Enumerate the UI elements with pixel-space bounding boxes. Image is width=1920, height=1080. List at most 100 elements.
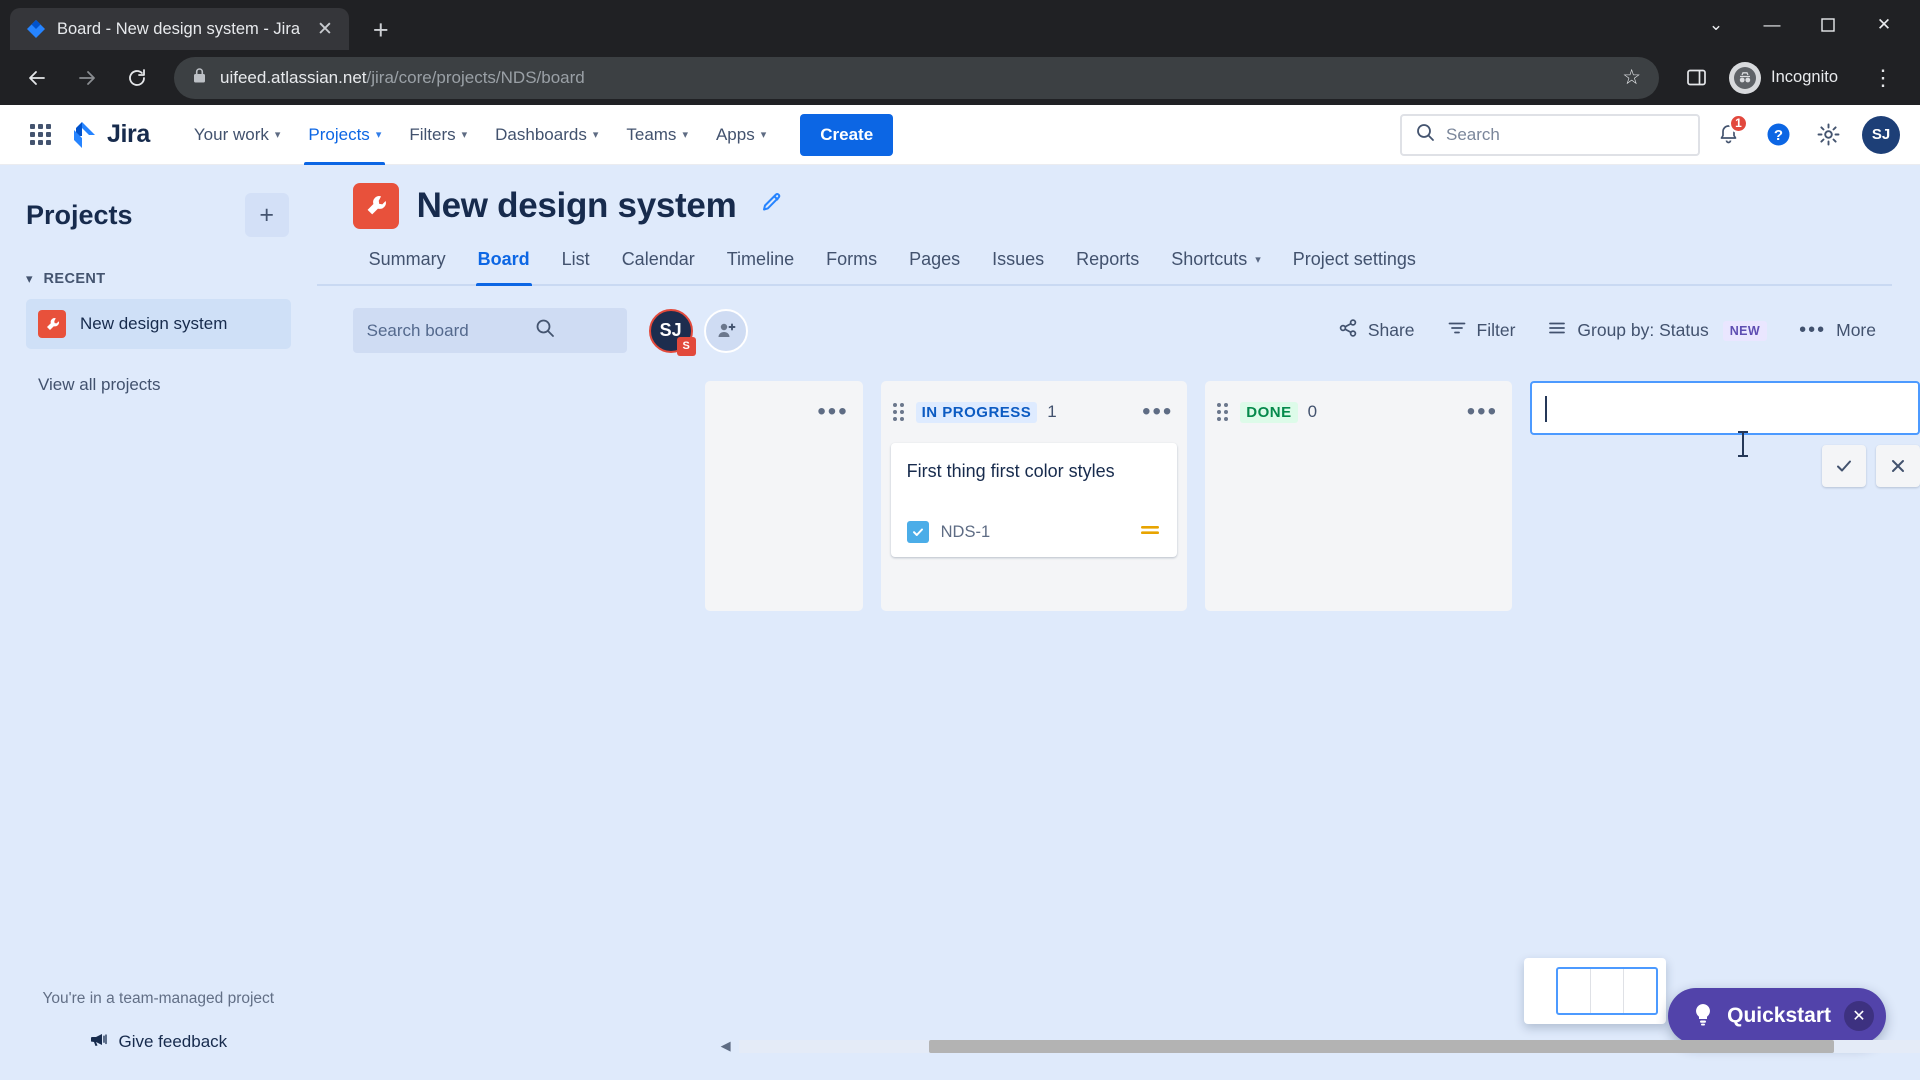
horizontal-scrollbar[interactable]: ◀ bbox=[713, 1038, 1920, 1054]
sidebar-section-recent[interactable]: ▾ RECENT bbox=[0, 271, 317, 287]
board-toolbar-actions: Share Filter Group by: Status NEW ••• Mo… bbox=[1324, 308, 1890, 353]
column-count: 0 bbox=[1307, 402, 1318, 421]
scrollbar-track[interactable] bbox=[738, 1039, 1920, 1053]
help-button[interactable]: ? bbox=[1756, 113, 1800, 157]
user-avatar[interactable]: SJ bbox=[1862, 115, 1900, 154]
view-all-projects-link[interactable]: View all projects bbox=[0, 375, 317, 395]
priority-medium-icon bbox=[1139, 522, 1161, 543]
create-button[interactable]: Create bbox=[800, 113, 894, 156]
board-column-empty[interactable]: ••• bbox=[704, 381, 863, 611]
column-menu-icon[interactable]: ••• bbox=[1142, 399, 1173, 424]
search-icon bbox=[1416, 123, 1435, 147]
tab-forms[interactable]: Forms bbox=[810, 243, 893, 284]
jira-logo-icon bbox=[74, 121, 95, 148]
browser-menu-icon[interactable]: ⋮ bbox=[1862, 57, 1904, 99]
browser-toolbar: uifeed.atlassian.net/jira/core/projects/… bbox=[0, 50, 1920, 105]
tab-calendar[interactable]: Calendar bbox=[606, 243, 711, 284]
chevron-down-icon: ▾ bbox=[375, 129, 382, 141]
notifications-button[interactable]: 1 bbox=[1706, 113, 1750, 157]
more-button[interactable]: ••• More bbox=[1785, 309, 1890, 352]
new-column-name-input[interactable] bbox=[1529, 381, 1920, 457]
tab-issues[interactable]: Issues bbox=[976, 243, 1060, 284]
window-minimize-button[interactable]: — bbox=[1744, 6, 1800, 44]
jira-logo[interactable]: Jira bbox=[68, 120, 150, 150]
search-board-input[interactable]: Search board bbox=[352, 308, 627, 353]
nav-item-label: Apps bbox=[715, 124, 755, 144]
card-key[interactable]: NDS-1 bbox=[941, 523, 991, 542]
drag-handle-icon[interactable] bbox=[892, 403, 904, 421]
cancel-column-button[interactable] bbox=[1875, 445, 1920, 487]
share-button[interactable]: Share bbox=[1324, 308, 1429, 353]
tab-label: Project settings bbox=[1292, 249, 1416, 269]
window-close-button[interactable]: ✕ bbox=[1856, 6, 1912, 44]
search-icon bbox=[535, 318, 613, 343]
board-columns: ••• IN PROGRESS 1 ••• First thing first … bbox=[317, 353, 1920, 611]
nav-item-your-work[interactable]: Your work ▾ bbox=[180, 105, 295, 165]
tab-shortcuts[interactable]: Shortcuts ▾ bbox=[1155, 243, 1277, 284]
group-by-button[interactable]: Group by: Status NEW bbox=[1533, 308, 1781, 353]
sidebar-item-new-design-system[interactable]: New design system bbox=[26, 299, 291, 349]
add-project-button[interactable]: + bbox=[244, 193, 289, 237]
new-tab-button[interactable]: + bbox=[363, 17, 399, 44]
bookmark-star-icon[interactable]: ☆ bbox=[1622, 65, 1641, 90]
board-column-in-progress[interactable]: IN PROGRESS 1 ••• First thing first colo… bbox=[880, 381, 1188, 611]
reload-button[interactable] bbox=[116, 57, 158, 99]
chevron-down-icon: ▾ bbox=[1255, 254, 1261, 266]
scrollbar-thumb[interactable] bbox=[928, 1039, 1834, 1053]
page-title: New design system bbox=[416, 186, 737, 225]
filter-button[interactable]: Filter bbox=[1433, 308, 1530, 353]
confirm-column-button[interactable] bbox=[1821, 445, 1866, 487]
column-menu-icon[interactable]: ••• bbox=[817, 399, 848, 424]
board-preview-column bbox=[1558, 969, 1591, 1013]
app-switcher-icon[interactable] bbox=[22, 117, 58, 153]
column-menu-icon[interactable]: ••• bbox=[1467, 399, 1498, 424]
back-button[interactable] bbox=[16, 57, 58, 99]
close-icon[interactable]: ✕ bbox=[1844, 1001, 1874, 1031]
give-feedback-button[interactable]: Give feedback bbox=[0, 1030, 317, 1054]
tab-summary[interactable]: Summary bbox=[353, 243, 462, 284]
nav-item-label: Filters bbox=[409, 124, 456, 144]
settings-gear-icon[interactable] bbox=[1806, 113, 1850, 157]
nav-item-teams[interactable]: Teams ▾ bbox=[612, 105, 702, 165]
mouse-text-cursor bbox=[1737, 431, 1748, 457]
incognito-icon bbox=[1729, 61, 1762, 94]
tab-label: Timeline bbox=[726, 249, 795, 269]
window-maximize-button[interactable] bbox=[1800, 6, 1856, 44]
board-preview-thumbnail[interactable] bbox=[1524, 958, 1666, 1024]
sidebar: Projects + ▾ RECENT New design system Vi… bbox=[0, 165, 317, 1080]
add-person-icon[interactable] bbox=[703, 308, 748, 353]
sidebar-footer: You're in a team-managed project Give fe… bbox=[0, 990, 317, 1080]
chevron-down-icon: ▾ bbox=[682, 129, 688, 141]
global-search-input[interactable]: Search bbox=[1400, 113, 1700, 156]
quickstart-button[interactable]: Quickstart ✕ bbox=[1668, 988, 1886, 1044]
address-bar[interactable]: uifeed.atlassian.net/jira/core/projects/… bbox=[174, 56, 1660, 99]
nav-item-apps[interactable]: Apps ▾ bbox=[702, 105, 780, 165]
wrench-icon bbox=[38, 310, 66, 338]
nav-item-filters[interactable]: Filters ▾ bbox=[395, 105, 481, 165]
tab-timeline[interactable]: Timeline bbox=[711, 243, 810, 284]
filter-label: Filter bbox=[1476, 320, 1516, 340]
forward-button[interactable] bbox=[66, 57, 108, 99]
scroll-left-arrow-icon[interactable]: ◀ bbox=[713, 1038, 739, 1054]
avatar[interactable]: SJ S bbox=[648, 308, 696, 356]
tab-pages[interactable]: Pages bbox=[893, 243, 976, 284]
tab-list[interactable]: List bbox=[546, 243, 606, 284]
tab-board[interactable]: Board bbox=[462, 243, 546, 286]
pencil-icon[interactable] bbox=[760, 191, 785, 221]
incognito-indicator[interactable]: Incognito bbox=[1725, 58, 1854, 98]
side-panel-icon[interactable] bbox=[1675, 57, 1717, 99]
board-preview-column bbox=[1591, 969, 1624, 1013]
main-content: New design system Summary Board List Cal… bbox=[316, 165, 1920, 1080]
nav-item-projects[interactable]: Projects ▾ bbox=[294, 105, 395, 165]
board-column-done[interactable]: DONE 0 ••• bbox=[1205, 381, 1512, 611]
window-controls: ⌄ — ✕ bbox=[1688, 6, 1912, 44]
board-card[interactable]: First thing first color styles NDS-1 bbox=[890, 443, 1178, 558]
nav-item-dashboards[interactable]: Dashboards ▾ bbox=[481, 105, 612, 165]
nav-item-label: Dashboards bbox=[495, 124, 587, 144]
tab-project-settings[interactable]: Project settings bbox=[1277, 243, 1432, 284]
window-chevron-down-icon[interactable]: ⌄ bbox=[1688, 6, 1744, 44]
tab-reports[interactable]: Reports bbox=[1060, 243, 1155, 284]
drag-handle-icon[interactable] bbox=[1217, 403, 1229, 421]
close-icon[interactable]: ✕ bbox=[311, 16, 339, 43]
browser-tab[interactable]: Board - New design system - Jira ✕ bbox=[10, 8, 349, 50]
